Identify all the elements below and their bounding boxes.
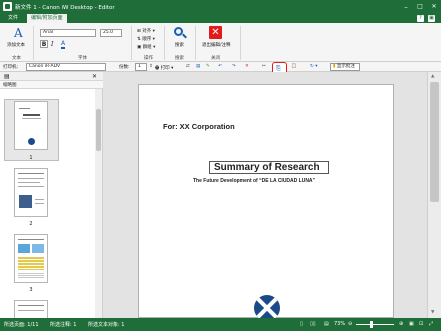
delete-icon[interactable]: ✕ bbox=[245, 64, 249, 69]
group-label-text: 文本 bbox=[12, 56, 21, 61]
copies-label: 份数: bbox=[119, 65, 130, 70]
copies-spinner-icon[interactable]: ⇕ bbox=[149, 64, 153, 69]
help-button[interactable]: ? bbox=[417, 15, 424, 22]
group-label-font: 字体 bbox=[78, 56, 87, 61]
document-scroll-thumb[interactable] bbox=[430, 82, 439, 202]
group-button[interactable]: ▣ 群组 ▾ bbox=[137, 44, 155, 50]
zoom-slider[interactable] bbox=[356, 321, 394, 328]
document-subtitle: The Future Development of “DE LA CIUDAD … bbox=[193, 178, 316, 184]
printer-select[interactable]: Canon iR-ADV bbox=[26, 63, 106, 71]
app-icon bbox=[3, 2, 12, 11]
annotation-icon: ▮ bbox=[333, 64, 336, 69]
minimize-button[interactable]: – bbox=[399, 0, 413, 14]
thumbnail-number: 1 bbox=[29, 155, 33, 161]
zoom-slider-handle[interactable] bbox=[370, 321, 373, 328]
close-button[interactable]: ✕ bbox=[427, 0, 441, 14]
tab-file[interactable]: 文件 bbox=[4, 14, 22, 23]
thumbnail-number: 3 bbox=[29, 287, 33, 293]
printer-label: 打印机: bbox=[3, 65, 19, 70]
status-text-objects: 所选文本对象: 1 bbox=[88, 322, 125, 328]
order-button[interactable]: ⇅ 顺序 ▾ bbox=[137, 36, 155, 42]
rotate-icon[interactable]: ↻ ▾ bbox=[310, 64, 317, 69]
title-selection-box[interactable]: Summary of Research bbox=[209, 161, 329, 174]
document-title: Summary of Research bbox=[214, 162, 320, 173]
show-annotation-label: 显示批注 bbox=[336, 64, 355, 69]
order-label: 顺序 bbox=[142, 37, 152, 42]
status-bar: 所选页面: 1/11 所选注释: 1 所选文本对象: 1 ▯ ▯▯ ▤ 73% … bbox=[0, 318, 441, 331]
undo-icon[interactable]: ↶ bbox=[218, 64, 222, 69]
pane-options-icon[interactable]: ▤ bbox=[4, 73, 10, 80]
thumbnail-page-3[interactable] bbox=[14, 234, 48, 283]
print-toolbar: 打印机: Canon iR-ADV 份数: 1 ⇕ 🖶 打印 ▾ ⇄ ▤ ✎ ↶… bbox=[0, 62, 441, 76]
group-label-operate: 操作 bbox=[144, 56, 153, 61]
search-label[interactable]: 搜索 bbox=[175, 42, 184, 48]
thumbnail-pane: ▤ ✕ 缩略图 1 2 3 bbox=[0, 72, 103, 318]
group-label-close: 关闭 bbox=[211, 56, 220, 61]
search-icon[interactable] bbox=[173, 26, 187, 40]
show-annotation-toggle[interactable]: ▮ 显示批注 bbox=[330, 63, 360, 71]
add-text-label[interactable]: 添加文本 bbox=[7, 42, 25, 48]
status-annotations: 所选注释: 1 bbox=[50, 322, 77, 328]
group-label: 群组 bbox=[142, 45, 152, 50]
redo-icon[interactable]: ↷ bbox=[232, 64, 236, 69]
align-button[interactable]: ⊞ 对齐 ▾ bbox=[137, 28, 155, 34]
zoom-in-icon[interactable]: ⊕ bbox=[399, 321, 403, 327]
document-page[interactable]: For: XX Corporation Summary of Research … bbox=[138, 84, 394, 321]
italic-button[interactable]: I bbox=[51, 41, 53, 48]
status-pages: 所选页面: 1/11 bbox=[4, 322, 39, 328]
separator bbox=[131, 26, 132, 60]
zoom-out-icon[interactable]: ⊖ bbox=[348, 321, 352, 327]
exit-edit-icon[interactable]: ✕ bbox=[209, 26, 222, 39]
add-text-icon[interactable]: A bbox=[12, 26, 26, 40]
scroll-up-icon[interactable]: ▲ bbox=[431, 74, 434, 79]
window-title: 新文件 1 - Canon iW Desktop - Editor bbox=[15, 5, 115, 11]
thumbnail-page-4[interactable] bbox=[14, 300, 48, 318]
thumbnail-pane-header: ▤ ✕ bbox=[0, 72, 103, 81]
cut-icon[interactable]: ✂ bbox=[262, 64, 266, 69]
separator bbox=[164, 26, 165, 60]
maximize-button[interactable]: □ bbox=[413, 0, 427, 14]
thumbnail-scroll-thumb[interactable] bbox=[96, 109, 101, 151]
text-color-button[interactable]: A bbox=[61, 41, 66, 49]
document-scrollbar[interactable]: ▲ ▼ bbox=[427, 72, 441, 318]
tab-edit[interactable]: 编辑/附加页面 bbox=[27, 14, 67, 23]
exit-edit-label[interactable]: 退出编辑/注释 bbox=[202, 42, 231, 48]
ribbon-tabs: 文件 编辑/附加页面 ? ▣ bbox=[0, 14, 441, 23]
align-label: 对齐 bbox=[142, 29, 152, 34]
font-size-select[interactable]: 25.0 bbox=[100, 29, 122, 37]
document-view: For: XX Corporation Summary of Research … bbox=[103, 72, 441, 321]
pane-close-icon[interactable]: ✕ bbox=[92, 73, 97, 80]
separator bbox=[195, 26, 196, 60]
zoom-level: 73% bbox=[334, 321, 346, 327]
print-button[interactable]: 🖶 打印 ▾ bbox=[155, 64, 173, 72]
paste-icon[interactable]: 📋 bbox=[291, 64, 297, 69]
separator bbox=[240, 26, 241, 60]
recipient-line: For: XX Corporation bbox=[163, 122, 235, 131]
scroll-down-icon[interactable]: ▼ bbox=[431, 310, 434, 315]
properties-icon[interactable]: ▤ bbox=[196, 64, 200, 69]
two-page-view-icon[interactable]: ▯▯ bbox=[310, 321, 316, 327]
ribbon-toggle-button[interactable]: ▣ bbox=[428, 15, 435, 22]
edit-page-icon[interactable]: ✎ bbox=[206, 64, 210, 69]
single-page-view-icon[interactable]: ▯ bbox=[300, 321, 303, 327]
thumbnail-page-2[interactable] bbox=[14, 168, 48, 217]
fit-width-icon[interactable]: ⊡ bbox=[419, 321, 423, 327]
thumbnail-title: 缩略图 bbox=[3, 83, 17, 88]
font-name-select[interactable]: Arial bbox=[40, 29, 96, 37]
group-label-search: 搜索 bbox=[175, 56, 184, 61]
fit-page-icon[interactable]: ▣ bbox=[409, 321, 414, 327]
continuous-view-icon[interactable]: ▤ bbox=[324, 321, 329, 327]
print-label: 打印 bbox=[160, 66, 170, 71]
thumbnail-number: 2 bbox=[29, 221, 33, 227]
thumbnail-scrollbar[interactable] bbox=[95, 89, 102, 318]
full-screen-icon[interactable]: ⤢ bbox=[429, 321, 433, 327]
copies-input[interactable]: 1 bbox=[135, 63, 147, 71]
bold-button[interactable]: B bbox=[40, 40, 48, 48]
thumbnail-page-1[interactable] bbox=[14, 101, 48, 150]
thumbnail-title-bar: 缩略图 bbox=[0, 81, 103, 89]
move-icon[interactable]: ⇄ bbox=[186, 64, 190, 69]
separator bbox=[33, 26, 34, 60]
ribbon: A 添加文本 文本 Arial 25.0 B I A 字体 ⊞ 对齐 ▾ ⇅ 顺… bbox=[0, 23, 441, 62]
title-bar: 新文件 1 - Canon iW Desktop - Editor – □ ✕ bbox=[0, 0, 441, 14]
